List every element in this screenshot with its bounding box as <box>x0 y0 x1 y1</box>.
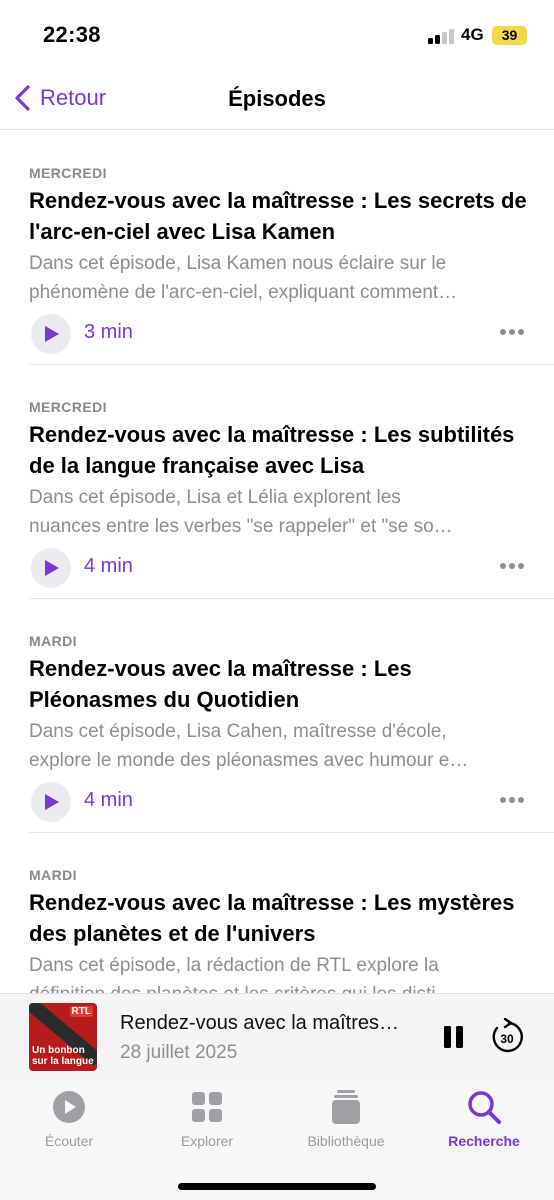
more-options-icon[interactable] <box>500 563 524 571</box>
episode-duration: 3 min <box>84 321 133 343</box>
play-circle-icon <box>53 1091 85 1123</box>
rtl-logo: RTL <box>69 1006 93 1017</box>
skip-seconds: 30 <box>500 1032 514 1046</box>
pause-icon[interactable] <box>441 1024 467 1050</box>
episode-title[interactable]: Rendez-vous avec la maîtresse : Les myst… <box>29 887 529 949</box>
battery-indicator: 39 <box>492 26 527 45</box>
more-options-icon[interactable] <box>500 329 524 337</box>
tab-label: Bibliothèque <box>307 1133 385 1149</box>
navigation-bar: Retour Épisodes <box>0 70 554 130</box>
episode-description-line: nuances entre les verbes "se rappeler" e… <box>29 516 453 537</box>
play-icon <box>45 794 59 810</box>
episode-list[interactable]: MERCREDI Rendez-vous avec la maîtresse :… <box>0 131 554 993</box>
tab-label: Explorer <box>180 1133 234 1149</box>
artwork-caption-line: Un bonbon <box>32 1045 85 1056</box>
artwork-caption-line: sur la langue <box>32 1056 94 1067</box>
tab-explorer[interactable]: Explorer <box>138 1089 276 1155</box>
tab-bibliotheque[interactable]: Bibliothèque <box>277 1089 415 1155</box>
tab-label: Recherche <box>448 1133 520 1149</box>
episode-title[interactable]: Rendez-vous avec la maîtresse : Les Pléo… <box>29 653 529 715</box>
episode-description-line: Dans cet épisode, Lisa et Lélia exploren… <box>29 487 401 508</box>
episode-description: Dans cet épisode, Lisa et Lélia exploren… <box>29 483 529 541</box>
episode-row[interactable]: MERCREDI Rendez-vous avec la maîtresse :… <box>29 131 554 365</box>
tab-label: Écouter <box>44 1133 94 1149</box>
episode-description-line: explore le monde des pléonasmes avec hum… <box>29 750 469 771</box>
episode-row[interactable]: MERCREDI Rendez-vous avec la maîtresse :… <box>29 365 554 599</box>
episode-day: MERCREDI <box>29 165 107 181</box>
library-stack-icon <box>332 1090 360 1124</box>
home-indicator[interactable] <box>178 1183 376 1190</box>
episode-row[interactable]: MARDI Rendez-vous avec la maîtresse : Le… <box>29 599 554 833</box>
tab-ecouter[interactable]: Écouter <box>0 1089 138 1155</box>
episode-duration: 4 min <box>84 789 133 811</box>
search-icon <box>468 1091 501 1124</box>
status-time: 22:38 <box>43 22 101 47</box>
artwork-caption: Un bonbon sur la langue <box>32 1045 94 1067</box>
episode-description-line: phénomène de l'arc-en-ciel, expliquant c… <box>29 282 458 303</box>
now-playing-title: Rendez-vous avec la maîtres… <box>120 1012 400 1034</box>
episode-day: MERCREDI <box>29 399 107 415</box>
episode-day: MARDI <box>29 633 77 649</box>
mini-player[interactable]: RTL Un bonbon sur la langue Rendez-vous … <box>0 993 554 1081</box>
play-icon <box>45 326 59 342</box>
episode-description-line: Dans cet épisode, la rédaction de RTL ex… <box>29 955 439 976</box>
episode-row[interactable]: MARDI Rendez-vous avec la maîtresse : Le… <box>29 833 554 993</box>
episode-description-line: Dans cet épisode, Lisa Cahen, maîtresse … <box>29 721 447 742</box>
episode-description-line: définition des planètes et les critères … <box>29 980 525 993</box>
tab-bar: Écouter Explorer Bibliothèque Recherche <box>0 1081 554 1200</box>
episode-description: Dans cet épisode, la rédaction de RTL ex… <box>29 951 529 993</box>
more-options-icon[interactable] <box>500 797 524 805</box>
episode-description: Dans cet épisode, Lisa Kamen nous éclair… <box>29 249 529 307</box>
episode-day: MARDI <box>29 867 77 883</box>
tab-recherche[interactable]: Recherche <box>415 1089 553 1155</box>
now-playing-date: 28 juillet 2025 <box>120 1042 238 1063</box>
episode-description: Dans cet épisode, Lisa Cahen, maîtresse … <box>29 717 529 775</box>
network-type: 4G <box>461 25 484 44</box>
page-title: Épisodes <box>228 86 326 111</box>
play-icon <box>45 560 59 576</box>
grid-icon <box>192 1092 222 1122</box>
status-bar: 22:38 4G 39 <box>0 0 554 70</box>
play-button[interactable] <box>31 782 71 822</box>
episode-title[interactable]: Rendez-vous avec la maîtresse : Les subt… <box>29 419 529 481</box>
podcast-artwork: RTL Un bonbon sur la langue <box>29 1003 97 1071</box>
cellular-signal-icon <box>428 28 454 44</box>
episode-title[interactable]: Rendez-vous avec la maîtresse : Les secr… <box>29 185 529 247</box>
episode-duration: 4 min <box>84 555 133 577</box>
episode-description-line: Dans cet épisode, Lisa Kamen nous éclair… <box>29 253 447 274</box>
skip-forward-30-icon[interactable]: 30 <box>490 1018 524 1054</box>
play-button[interactable] <box>31 548 71 588</box>
play-button[interactable] <box>31 314 71 354</box>
